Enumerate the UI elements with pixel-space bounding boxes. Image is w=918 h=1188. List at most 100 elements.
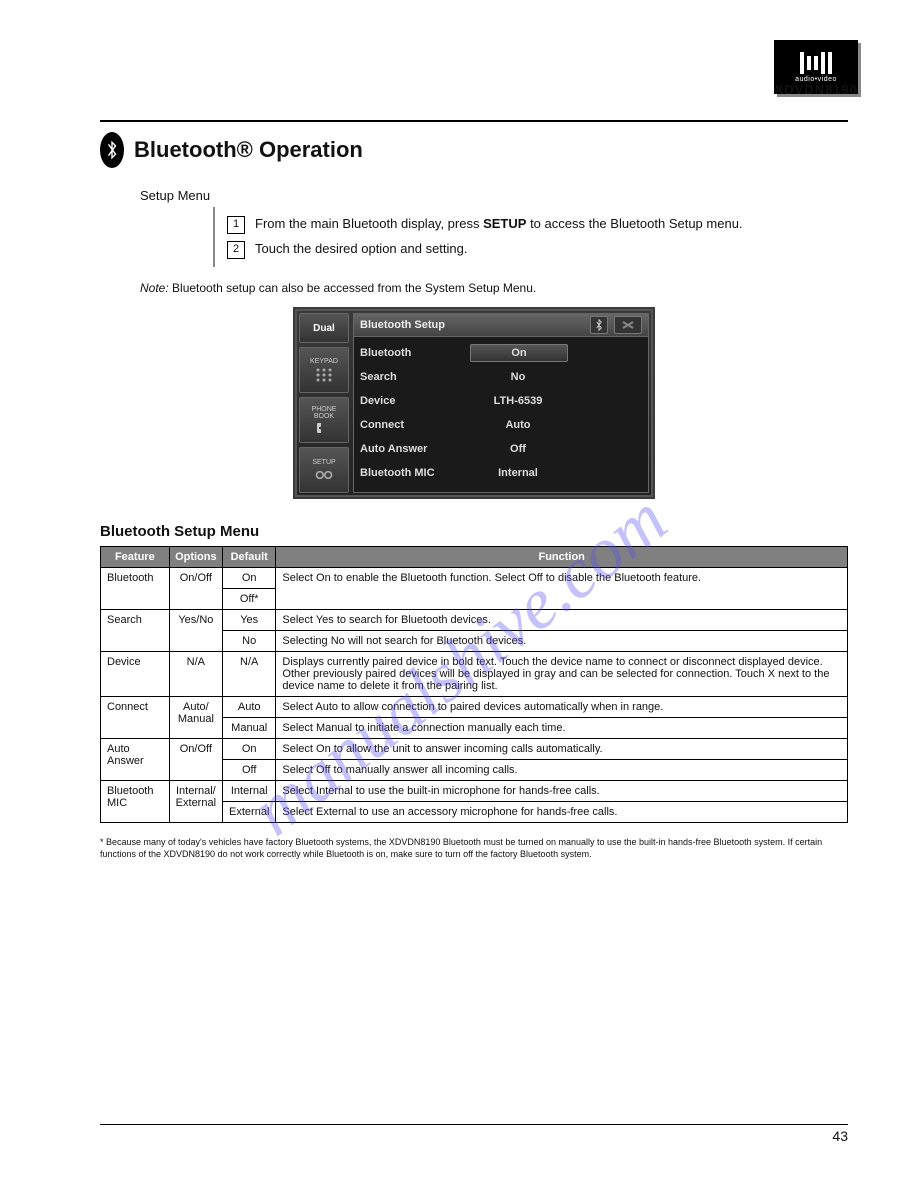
menu-label: Auto Answer <box>360 443 470 455</box>
device-sidebar: Dual KEYPAD PHONE BOOK SETUP <box>299 313 349 493</box>
cell-feature: Search <box>101 610 170 652</box>
cell-default: Yes <box>223 610 276 631</box>
bluetooth-status-icon <box>590 316 608 334</box>
th-options: Options <box>169 547 222 568</box>
cell-default: Off* <box>223 589 276 610</box>
cell-function: Displays currently paired device in bold… <box>276 652 848 697</box>
cell-feature: Bluetooth <box>101 568 170 610</box>
menu-label: Device <box>360 395 470 407</box>
page-footer: 43 <box>100 1124 848 1144</box>
table-row: Device N/A N/A Displays currently paired… <box>101 652 848 697</box>
cell-default: On <box>223 739 276 760</box>
bluetooth-icon <box>100 132 124 168</box>
logo-bars <box>800 52 832 74</box>
cell-options: Yes/No <box>169 610 222 652</box>
settings-menu: Bluetooth On Search No Device LTH-6539 C… <box>354 337 648 492</box>
menu-value-mic[interactable]: Internal <box>470 465 566 481</box>
cell-default: External <box>223 802 276 823</box>
cell-options: Manual <box>176 713 216 725</box>
device-logo-button[interactable]: Dual <box>299 313 349 343</box>
menu-row-connect: Connect Auto <box>360 413 642 437</box>
menu-row-mic: Bluetooth MIC Internal <box>360 461 642 485</box>
close-icon[interactable] <box>614 316 642 334</box>
table-row: Bluetooth MIC Internal/External Internal… <box>101 781 848 802</box>
steps-list: 1 From the main Bluetooth display, press… <box>213 207 848 267</box>
phonebook-button[interactable]: PHONE BOOK <box>299 397 349 443</box>
cell-default: Auto <box>223 697 276 718</box>
note-label: Note: <box>140 281 169 295</box>
cell-function: Select On to allow the unit to answer in… <box>276 739 848 760</box>
screen-title: Bluetooth Setup <box>360 319 445 331</box>
note-text: Bluetooth setup can also be accessed fro… <box>172 281 536 295</box>
menu-row-bluetooth: Bluetooth On <box>360 341 642 365</box>
th-function: Function <box>276 547 848 568</box>
device-screenshot: Dual KEYPAD PHONE BOOK SETUP Bluetooth S… <box>293 307 655 499</box>
device-screen: Bluetooth Setup Bluetooth On Search No D… <box>353 313 649 493</box>
device-titlebar: Bluetooth Setup <box>354 314 648 337</box>
setup-button[interactable]: SETUP <box>299 447 349 493</box>
keypad-icon <box>314 367 334 383</box>
menu-value-device: LTH-6539 <box>470 393 566 409</box>
table-row: Search Yes/No Yes Select Yes to search f… <box>101 610 848 631</box>
th-default: Default <box>223 547 276 568</box>
phonebook-label-line1: PHONE <box>312 406 337 413</box>
menu-label: Connect <box>360 419 470 431</box>
product-name: XDVDN8190 <box>775 82 858 97</box>
cell-feature: Auto Answer <box>101 739 170 781</box>
cell-feature: Connect <box>101 697 170 739</box>
table-header-row: Feature Options Default Function <box>101 547 848 568</box>
table-row: Bluetooth On/Off On Select On to enable … <box>101 568 848 589</box>
cell-feature: Bluetooth MIC <box>101 781 170 823</box>
cell-default: On <box>223 568 276 589</box>
cell-default: Manual <box>223 718 276 739</box>
cell-feature: Device <box>101 652 170 697</box>
phone-icon <box>316 422 332 434</box>
cell-options: Auto/ <box>176 701 216 713</box>
gear-icon <box>314 468 334 482</box>
menu-value-search[interactable]: No <box>470 369 566 385</box>
cell-function: Select Internal to use the built-in micr… <box>276 781 848 802</box>
cell-function: Select Yes to search for Bluetooth devic… <box>276 610 848 631</box>
cell-default: Off <box>223 760 276 781</box>
cell-default: Internal <box>223 781 276 802</box>
menu-value-bluetooth[interactable]: On <box>470 344 568 362</box>
cell-options: Internal/ <box>176 785 216 797</box>
table-row: Auto Answer On/Off On Select On to allow… <box>101 739 848 760</box>
cell-default: No <box>223 631 276 652</box>
cell-function: Select Manual to initiate a connection m… <box>276 718 848 739</box>
menu-value-connect[interactable]: Auto <box>470 417 566 433</box>
step-text: From the main Bluetooth display, press <box>255 216 483 231</box>
th-feature: Feature <box>101 547 170 568</box>
table-heading: Bluetooth Setup Menu <box>100 523 848 540</box>
step-text: to access the Bluetooth Setup menu. <box>530 216 742 231</box>
keypad-label: KEYPAD <box>310 358 338 365</box>
section-heading: Bluetooth® Operation <box>134 137 363 163</box>
setup-label: SETUP <box>312 459 335 466</box>
step-number-box: 1 <box>227 216 245 234</box>
menu-label: Bluetooth <box>360 347 470 359</box>
menu-row-search: Search No <box>360 365 642 389</box>
cell-function: Select External to use an accessory micr… <box>276 802 848 823</box>
phonebook-label-line2: BOOK <box>314 413 334 420</box>
cell-options: External <box>176 797 216 809</box>
step-text: Touch the desired option and setting. <box>255 240 467 259</box>
step-keyword: SETUP <box>483 216 526 231</box>
cell-options: On/Off <box>169 739 222 781</box>
cell-function: Select Off to manually answer all incomi… <box>276 760 848 781</box>
menu-row-device: Device LTH-6539 <box>360 389 642 413</box>
device-logo-text: Dual <box>313 323 335 334</box>
cell-options: On/Off <box>169 568 222 610</box>
menu-label: Bluetooth MIC <box>360 467 470 479</box>
setup-table: Feature Options Default Function Bluetoo… <box>100 546 848 823</box>
step-number-box: 2 <box>227 241 245 259</box>
cell-default: N/A <box>223 652 276 697</box>
divider <box>100 120 848 122</box>
intro-label: Setup Menu <box>140 188 848 203</box>
menu-value-autoanswer[interactable]: Off <box>470 441 566 457</box>
keypad-button[interactable]: KEYPAD <box>299 347 349 393</box>
cell-function: Select On to enable the Bluetooth functi… <box>276 568 848 610</box>
cell-function: Select Auto to allow connection to paire… <box>276 697 848 718</box>
table-row: Connect Auto/Manual Auto Select Auto to … <box>101 697 848 718</box>
menu-label: Search <box>360 371 470 383</box>
menu-row-autoanswer: Auto Answer Off <box>360 437 642 461</box>
